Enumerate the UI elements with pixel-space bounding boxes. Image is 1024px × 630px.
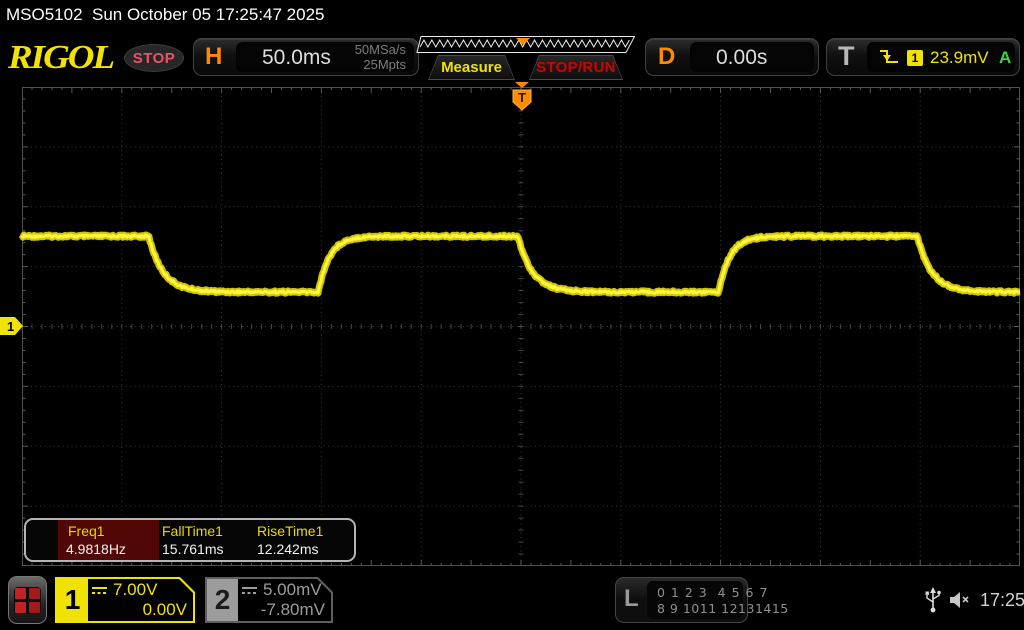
clock: 17:25 xyxy=(980,590,1024,611)
dc-coupling-icon xyxy=(91,585,108,596)
measurement-label: FallTime1 xyxy=(162,523,223,539)
usb-icon xyxy=(925,586,941,614)
stop-run-button-label: STOP/RUN xyxy=(536,59,616,76)
timebase-value: 50.0ms xyxy=(262,46,331,70)
run-state-indicator: STOP xyxy=(124,44,184,72)
ch1-badge: 1 xyxy=(57,579,88,621)
horizontal-label: H xyxy=(205,43,222,71)
run-state-label: STOP xyxy=(133,50,176,67)
measurement-value: 15.761ms xyxy=(162,541,223,557)
status-bar-title: MSO5102 Sun October 05 17:25:47 2025 xyxy=(6,5,325,25)
quick-access-grid-icon xyxy=(14,587,41,614)
horizontal-menu-button[interactable]: H 50.0ms 50MSa/s 25Mpts xyxy=(193,38,419,76)
ch1-offset: 0.00V xyxy=(91,600,187,620)
trigger-mode: A xyxy=(999,48,1011,68)
logic-analyzer-button[interactable]: L 0 1 2 3 4 5 6 7 8 9 1011 12131415 xyxy=(615,577,748,623)
measurement-value: 12.242ms xyxy=(257,541,318,557)
ch2-badge: 2 xyxy=(207,579,238,621)
logic-analyzer-label: L xyxy=(624,585,639,613)
measure-button-label: Measure xyxy=(441,59,502,76)
delay-label: D xyxy=(658,43,675,71)
trigger-marker-letter: T xyxy=(518,90,526,105)
trigger-source-badge: 1 xyxy=(907,50,923,66)
trigger-label: T xyxy=(838,41,855,72)
oscilloscope-screen: MSO5102 Sun October 05 17:25:47 2025 RIG… xyxy=(0,0,1024,630)
falling-edge-icon xyxy=(879,48,899,65)
measurement-value: 4.9818Hz xyxy=(66,541,126,557)
trigger-menu-button[interactable]: T 1 23.9mV A xyxy=(826,38,1020,76)
channel-2-button[interactable]: 2 5.00mV -7.80mV xyxy=(205,577,333,623)
ch2-offset: -7.80mV xyxy=(241,600,325,620)
channel-1-button[interactable]: 1 7.00V 0.00V xyxy=(55,577,195,623)
waveform-display-area: T xyxy=(22,87,1020,566)
trigger-level-value: 23.9mV xyxy=(930,48,989,68)
logic-analyzer-well: 0 1 2 3 4 5 6 7 8 9 1011 12131415 xyxy=(647,581,743,619)
measure-button[interactable]: Measure xyxy=(428,55,515,80)
ch1-scale: 7.00V xyxy=(113,580,157,600)
horizontal-position-indicator[interactable] xyxy=(416,36,635,53)
speaker-mute-icon xyxy=(948,589,974,611)
sample-rate: 50MSa/s xyxy=(355,42,406,57)
ch2-scale: 5.00mV xyxy=(263,580,322,600)
ch1-position-marker[interactable]: 1 xyxy=(0,315,24,337)
measurement-label: Freq1 xyxy=(68,523,105,539)
graticule xyxy=(22,87,1020,566)
stop-run-button[interactable]: STOP/RUN xyxy=(529,55,623,80)
delay-menu-button[interactable]: D 0.00s xyxy=(645,38,819,76)
measurement-results-panel[interactable]: Freq1 FallTime1 RiseTime1 4.9818Hz 15.76… xyxy=(24,518,356,562)
digital-channels-row: 0 1 2 3 4 5 6 7 xyxy=(657,585,768,600)
delay-value: 0.00s xyxy=(716,46,767,70)
quick-access-button[interactable] xyxy=(8,576,47,624)
digital-channels-row: 8 9 1011 12131415 xyxy=(657,601,789,616)
dc-coupling-icon xyxy=(241,585,258,596)
acquisition-info: 50MSa/s 25Mpts xyxy=(355,42,406,72)
measurement-label: RiseTime1 xyxy=(257,523,323,539)
memory-depth: 25Mpts xyxy=(355,57,406,72)
trigger-position-marker[interactable]: T xyxy=(513,82,531,110)
ch1-marker-number: 1 xyxy=(7,319,14,334)
rigol-logo: RIGOL xyxy=(8,38,113,78)
